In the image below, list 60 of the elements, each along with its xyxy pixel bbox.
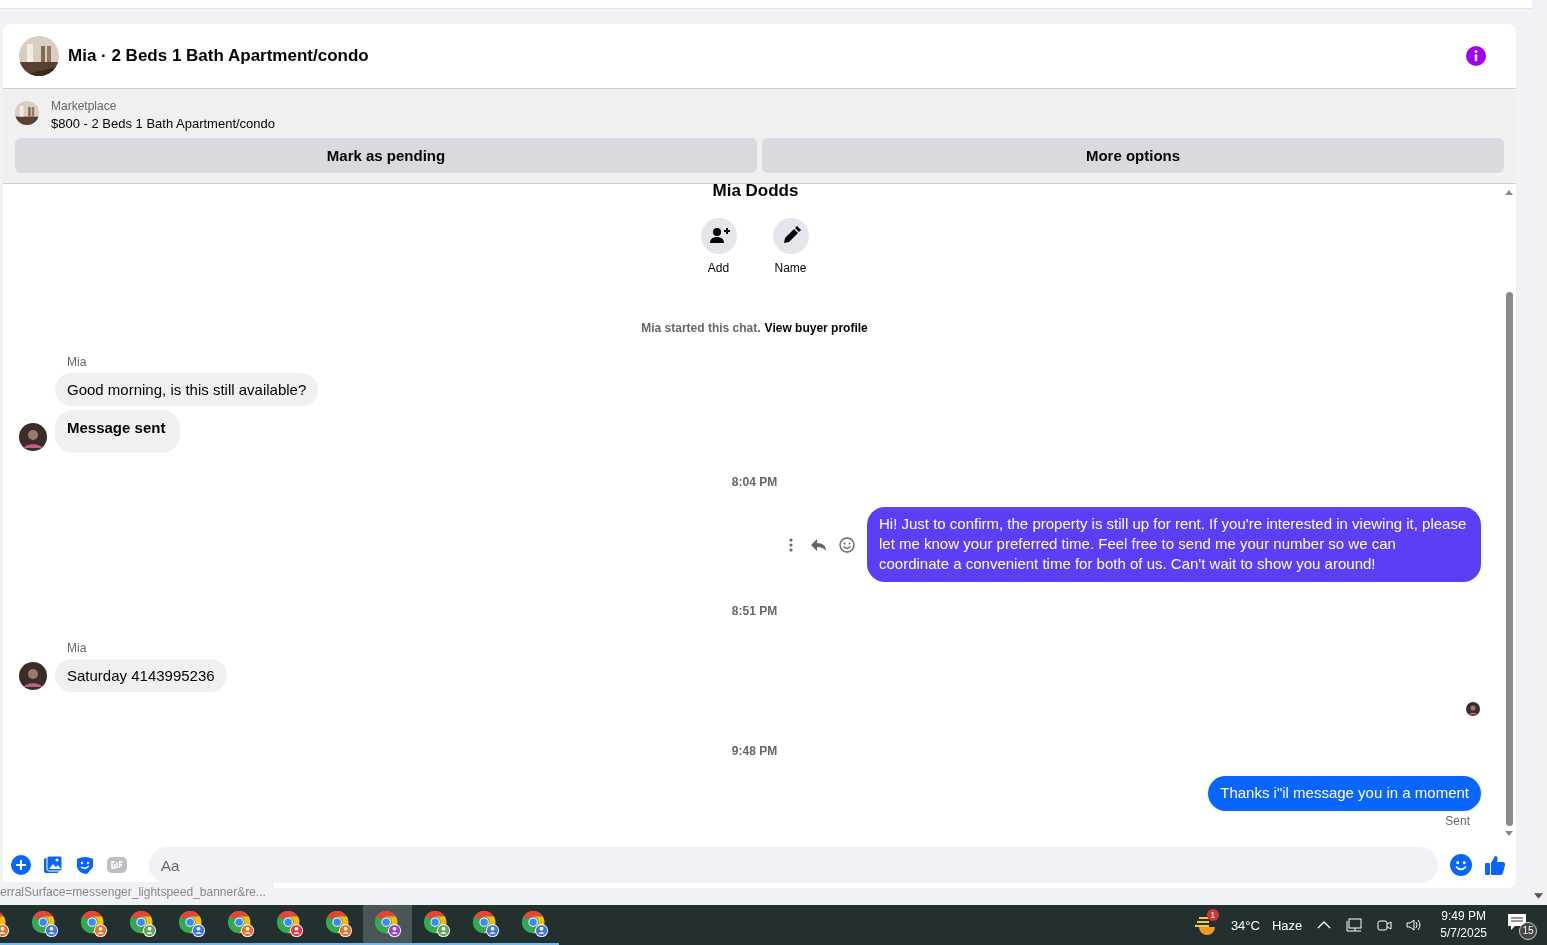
scrollbar-thumb[interactable] (1505, 292, 1513, 826)
profile-name: Mia Dodds (711, 184, 800, 201)
message-bubble: Saturday 4143995236 (55, 659, 227, 692)
notification-count: 15 (1519, 922, 1537, 940)
info-icon[interactable] (1466, 46, 1486, 66)
speaker-icon[interactable] (1406, 917, 1423, 933)
scroll-down-icon[interactable] (1505, 831, 1513, 836)
browser-icon (275, 910, 304, 938)
photo-icon[interactable] (43, 855, 63, 875)
buyer-profile-link[interactable]: View buyer profile (764, 321, 868, 335)
browser-icon (177, 910, 206, 938)
status-url: erralSurface=messenger_lightspeed_banner&re... (0, 882, 274, 902)
scroll-up-icon[interactable] (1505, 190, 1513, 195)
browser-icon (324, 910, 353, 938)
add-person-icon[interactable] (700, 218, 737, 254)
browser-icon (79, 910, 108, 938)
delivery-status: Sent (1445, 814, 1470, 828)
conversation-title: Mia · 2 Beds 1 Bath Apartment/condo (68, 46, 370, 66)
clock-date: 5/7/2025 (1440, 925, 1487, 942)
timestamp: 8:04 PM (730, 475, 779, 489)
smiley-icon[interactable] (837, 534, 857, 555)
browser-taskbar-button[interactable] (363, 905, 412, 945)
message-bubble: Good morning, is this still available? (55, 373, 319, 406)
browser-icon (30, 910, 59, 938)
browser-icon (373, 910, 402, 938)
weather-condition: Haze (1271, 917, 1303, 933)
browser-icon (520, 910, 549, 938)
profile-action-label: Add (707, 261, 730, 275)
action-button[interactable]: Mark as pending (15, 138, 757, 173)
avatar (19, 423, 47, 451)
thumbs-up-icon[interactable] (1484, 854, 1506, 876)
message-bubble: Message sent (55, 410, 181, 453)
sticker-icon[interactable] (75, 855, 95, 875)
browser-icon (226, 910, 255, 938)
timestamp: 8:51 PM (730, 604, 779, 618)
message-input[interactable]: Aa (149, 847, 1438, 883)
browser-icon (471, 910, 500, 938)
scroll-down-icon[interactable] (1533, 893, 1543, 899)
clock-time: 9:49 PM (1441, 908, 1486, 925)
emoji-icon[interactable] (1450, 854, 1472, 876)
sender-name: Mia (67, 641, 88, 655)
profile-action-label: Name (774, 261, 807, 275)
temperature: 34°C (1230, 917, 1260, 933)
chat-notice: Mia started this chat. (641, 321, 761, 335)
listing-title: $800 - 2 Beds 1 Bath Apartment/condo (51, 115, 276, 133)
seen-avatar (1466, 702, 1480, 716)
timestamp: 9:48 PM (730, 744, 779, 758)
action-button[interactable]: More options (762, 138, 1504, 173)
message-bubble: Hi! Just to confirm, the property is still up for rent. If you're interested in viewing it, please let me know your preferred time. Feel free to send me your number so we can coordinate a convenient time for both of us. Can't wait to show you around! (867, 507, 1481, 582)
browser-icon (128, 910, 157, 938)
pencil-icon[interactable] (772, 218, 809, 254)
notification-badge: 1 (1206, 909, 1219, 921)
sender-name: Mia (67, 355, 88, 369)
message-bubble: Thanks i"il message you in a moment (1208, 776, 1481, 811)
browser-icon (422, 910, 451, 938)
listing-source: Marketplace (51, 98, 118, 114)
camera-icon[interactable] (1376, 917, 1393, 933)
network-icon[interactable] (1346, 917, 1363, 933)
avatar (19, 662, 47, 690)
plus-icon[interactable] (11, 855, 31, 875)
